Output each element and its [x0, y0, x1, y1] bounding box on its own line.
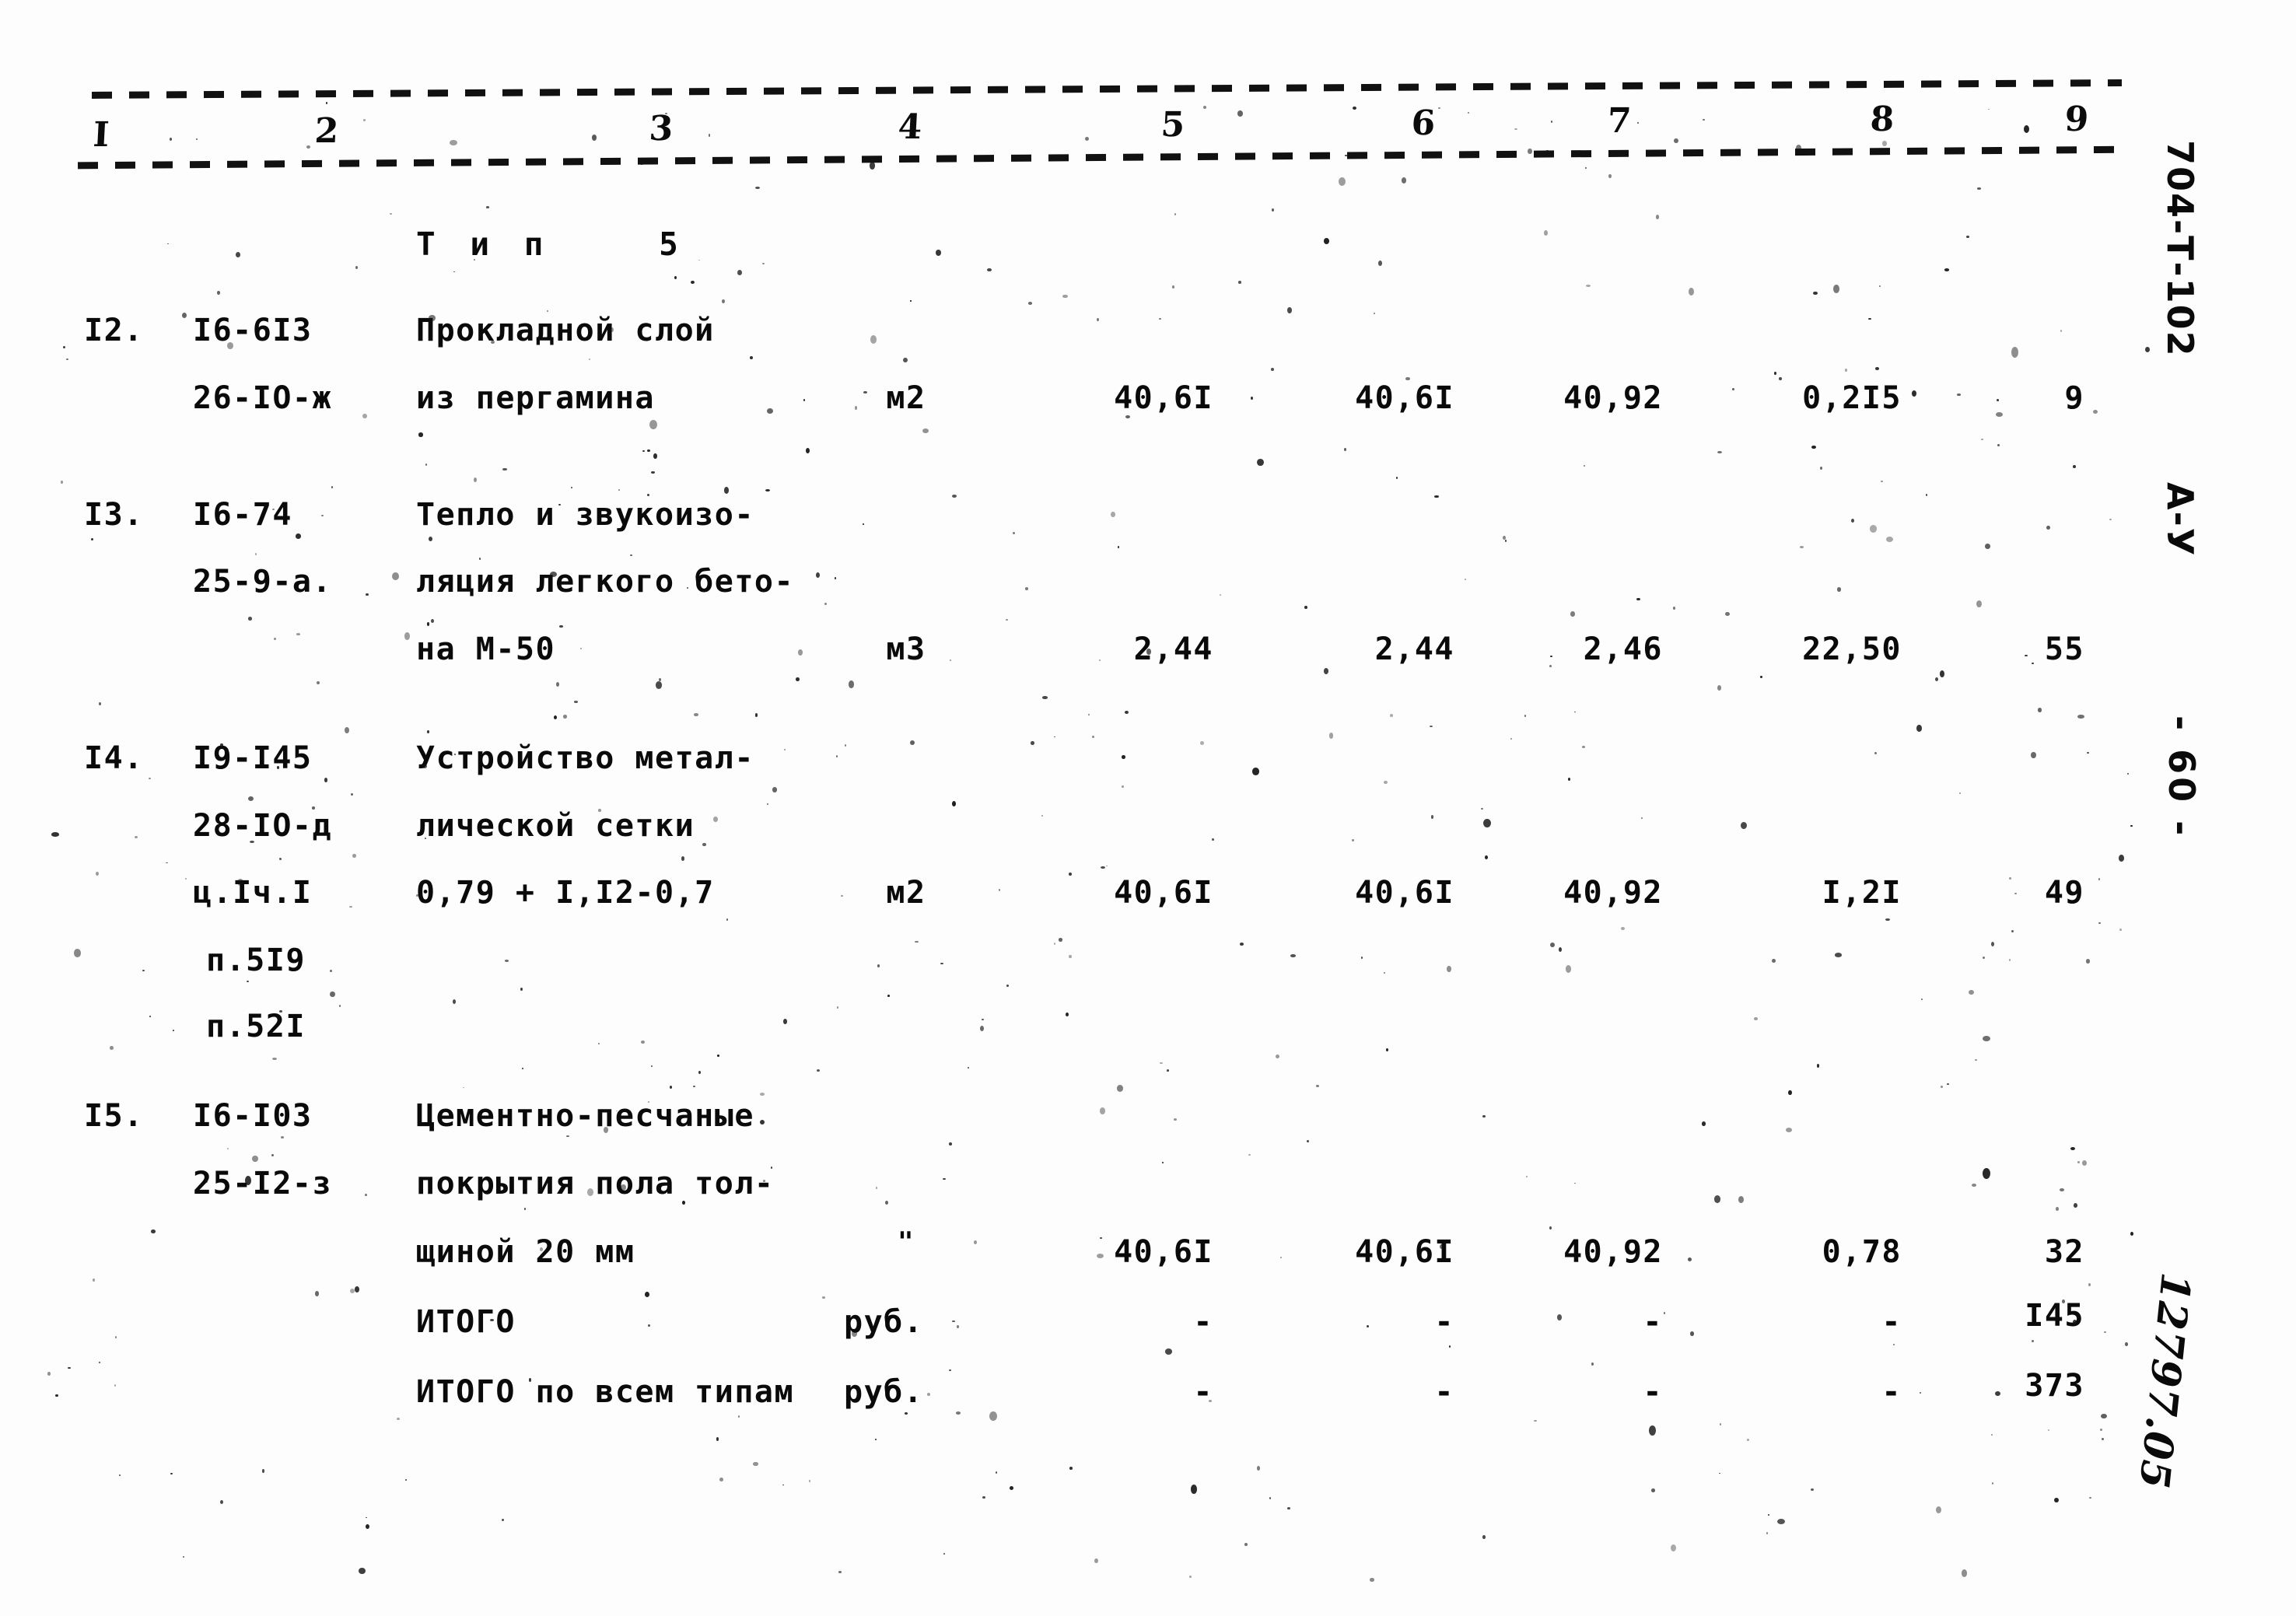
totals-value-8: - [1881, 1374, 1902, 1410]
row-value-5: 2,44 [1133, 631, 1213, 667]
estimate-table: Т и п 5 I2. I6-6I3 26-IO-ж Прокладной сл… [0, 0, 2296, 1616]
row-code-line: ц.Iч.I [193, 875, 313, 911]
row-code-line: п.52I [206, 1009, 306, 1044]
totals-value-7: - [1643, 1374, 1663, 1410]
row-value-6: 40,6I [1355, 1234, 1454, 1270]
row-code-line: I6-6I3 [193, 313, 313, 348]
row-value-7: 40,92 [1563, 875, 1663, 911]
totals-value-6: - [1434, 1374, 1454, 1410]
row-code-line: 26-IO-ж [193, 380, 333, 416]
row-description: щиной 20 мм [416, 1234, 635, 1270]
row-description: Цементно-песчаные [416, 1098, 754, 1134]
row-code-line: I6-I03 [193, 1098, 313, 1134]
row-code-line: 28-IO-д [193, 808, 333, 844]
row-description: 0,79 + I,I2-0,7 [416, 875, 715, 911]
totals-label: ИТОГО по всем типам [416, 1374, 795, 1410]
row-description: на М-50 [416, 631, 556, 667]
row-description: из пергамина [416, 380, 655, 416]
row-value-9: 32 [2044, 1234, 2084, 1270]
totals-label: ИТОГО [416, 1304, 516, 1340]
revision-stamp: А-У [2159, 482, 2201, 558]
totals-value-7: - [1643, 1304, 1663, 1340]
row-code-line: I9-I45 [193, 740, 313, 776]
row-unit: м2 [886, 875, 926, 911]
totals-value-9: 373 [2025, 1368, 2084, 1404]
row-number: I5. [84, 1098, 144, 1134]
row-number: I3. [84, 497, 144, 533]
row-value-6: 40,6I [1355, 875, 1454, 911]
row-code-line: 25-I2-з [193, 1166, 333, 1202]
row-value-6: 2,44 [1374, 631, 1454, 667]
row-unit-ditto: " [898, 1226, 915, 1257]
row-number: I2. [84, 313, 144, 348]
totals-value-6: - [1434, 1304, 1454, 1340]
row-description: Устройство метал- [416, 740, 754, 776]
row-description: Прокладной слой [416, 313, 715, 348]
row-unit: м2 [886, 380, 926, 416]
row-value-5: 40,6I [1114, 1234, 1213, 1270]
row-value-9: 49 [2044, 875, 2084, 911]
row-value-8: I,2I [1822, 875, 1902, 911]
sheet-code-stamp: 704-Т-102 [2159, 140, 2201, 358]
row-code-line: п.5I9 [206, 943, 306, 978]
totals-value-8: - [1881, 1304, 1902, 1340]
row-description: лической сетки [416, 808, 695, 844]
section-title: Т и п 5 [416, 226, 686, 263]
row-value-6: 40,6I [1355, 380, 1454, 416]
row-value-8: 0,2I5 [1802, 380, 1902, 416]
row-value-5: 40,6I [1114, 875, 1213, 911]
row-value-7: 40,92 [1563, 380, 1663, 416]
row-value-9: 55 [2044, 631, 2084, 667]
row-value-5: 40,6I [1114, 380, 1213, 416]
row-description: Тепло и звукоизо- [416, 497, 754, 533]
scanned-page: I 2 3 4 5 6 7 8 9 Т и п 5 I2. I6-6I3 26-… [0, 0, 2296, 1616]
row-value-7: 40,92 [1563, 1234, 1663, 1270]
row-number: I4. [84, 740, 144, 776]
row-value-7: 2,46 [1583, 631, 1663, 667]
row-unit: м3 [886, 631, 926, 667]
totals-value-5: - [1193, 1304, 1213, 1340]
row-description: покрытия пола тол- [416, 1166, 775, 1202]
row-description: ляция легкого бето- [416, 564, 795, 600]
totals-unit: руб. [844, 1374, 924, 1410]
page-number-stamp: - 60 - [2161, 715, 2203, 839]
totals-value-9: I45 [2025, 1298, 2084, 1334]
row-code-line: I6-74 [193, 497, 292, 533]
row-code-line: 25-9-а. [193, 564, 333, 600]
row-value-8: 0,78 [1822, 1234, 1902, 1270]
totals-unit: руб. [844, 1304, 924, 1340]
totals-value-5: - [1193, 1374, 1213, 1410]
row-value-9: 9 [2064, 380, 2084, 416]
row-value-8: 22,50 [1802, 631, 1902, 667]
